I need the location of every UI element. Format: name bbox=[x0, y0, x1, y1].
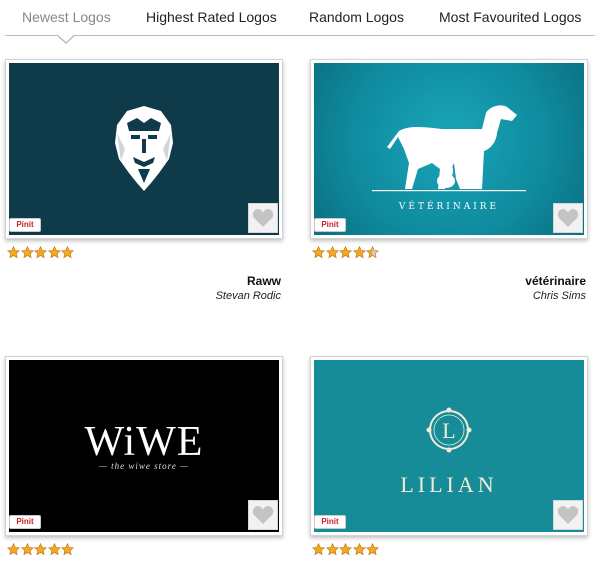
logo-art-text: VÉTÉRINAIRE bbox=[398, 202, 500, 212]
pin-it-button[interactable]: Pinit bbox=[9, 515, 41, 529]
star-icon[interactable] bbox=[338, 542, 353, 556]
star-icon[interactable] bbox=[352, 245, 366, 259]
star-icon[interactable] bbox=[47, 245, 61, 259]
heart-icon bbox=[252, 209, 274, 227]
rating-stars bbox=[6, 245, 75, 260]
star-icon[interactable] bbox=[365, 542, 380, 556]
tab-most-favourited-logos[interactable]: Most Favourited Logos bbox=[439, 9, 581, 25]
star-icon[interactable] bbox=[338, 245, 353, 259]
tab-random-logos[interactable]: Random Logos bbox=[309, 9, 404, 25]
star-icon[interactable] bbox=[6, 245, 21, 259]
star-icon[interactable] bbox=[325, 245, 339, 259]
pin-it-button[interactable]: Pinit bbox=[9, 218, 41, 232]
star-icon[interactable] bbox=[33, 542, 48, 556]
logo-card: Pinit Raww Stevan Rodic bbox=[5, 59, 283, 302]
star-icon[interactable] bbox=[20, 542, 34, 556]
logo-image: L LILIAN bbox=[314, 360, 584, 532]
star-icon[interactable] bbox=[325, 542, 339, 556]
favourite-button[interactable] bbox=[248, 500, 278, 530]
star-icon[interactable] bbox=[60, 245, 75, 259]
logo-card: VÉTÉRINAIRE Pinit vétérinaire Chris Sims bbox=[310, 59, 588, 302]
rating-stars bbox=[311, 542, 380, 557]
logo-tabs: Newest Logos Highest Rated Logos Random … bbox=[0, 0, 600, 44]
logo-title[interactable]: Raww bbox=[5, 273, 281, 289]
star-icon[interactable] bbox=[47, 542, 61, 556]
star-icon[interactable] bbox=[6, 542, 21, 556]
star-icon[interactable] bbox=[60, 542, 75, 556]
logo-author[interactable]: Chris Sims bbox=[310, 289, 586, 303]
logo-art-text: LILIAN bbox=[400, 472, 498, 497]
logo-card: L LILIAN Pinit bbox=[310, 356, 588, 556]
logo-thumbnail[interactable]: WiWE — the wiwe store — Pinit bbox=[5, 356, 283, 536]
active-tab-pointer bbox=[56, 34, 76, 44]
logo-image bbox=[9, 63, 279, 235]
pin-it-button[interactable]: Pinit bbox=[314, 218, 346, 232]
star-icon[interactable] bbox=[311, 245, 326, 259]
star-icon[interactable] bbox=[352, 542, 366, 556]
logo-art-tagline: — the wiwe store — bbox=[98, 461, 190, 471]
heart-icon bbox=[252, 506, 274, 524]
monogram-l-icon: L bbox=[426, 407, 472, 453]
logo-thumbnail[interactable]: L LILIAN Pinit bbox=[310, 356, 588, 536]
rating-stars bbox=[6, 542, 75, 557]
favourite-button[interactable] bbox=[553, 500, 583, 530]
logo-title[interactable]: vétérinaire bbox=[310, 273, 586, 289]
heart-icon bbox=[557, 209, 579, 227]
logo-thumbnail[interactable]: VÉTÉRINAIRE Pinit bbox=[310, 59, 588, 239]
favourite-button[interactable] bbox=[248, 203, 278, 233]
star-icon[interactable] bbox=[20, 245, 34, 259]
logo-author[interactable]: Stevan Rodic bbox=[5, 289, 281, 303]
logo-image: WiWE — the wiwe store — bbox=[9, 360, 279, 532]
logo-card: WiWE — the wiwe store — Pinit bbox=[5, 356, 283, 556]
star-icon[interactable] bbox=[311, 542, 326, 556]
star-icon[interactable] bbox=[33, 245, 48, 259]
star-icon[interactable] bbox=[365, 245, 380, 259]
rating-stars bbox=[311, 245, 380, 260]
heart-icon bbox=[557, 506, 579, 524]
tab-newest-logos[interactable]: Newest Logos bbox=[22, 9, 111, 25]
logo-thumbnail[interactable]: Pinit bbox=[5, 59, 283, 239]
tab-divider bbox=[5, 35, 595, 36]
logo-art-text: WiWE bbox=[84, 419, 204, 465]
favourite-button[interactable] bbox=[553, 203, 583, 233]
monogram-letter: L bbox=[442, 418, 455, 443]
pin-it-button[interactable]: Pinit bbox=[314, 515, 346, 529]
tab-highest-rated-logos[interactable]: Highest Rated Logos bbox=[146, 9, 277, 25]
lion-face-icon bbox=[115, 106, 173, 191]
logo-image: VÉTÉRINAIRE bbox=[314, 63, 584, 235]
